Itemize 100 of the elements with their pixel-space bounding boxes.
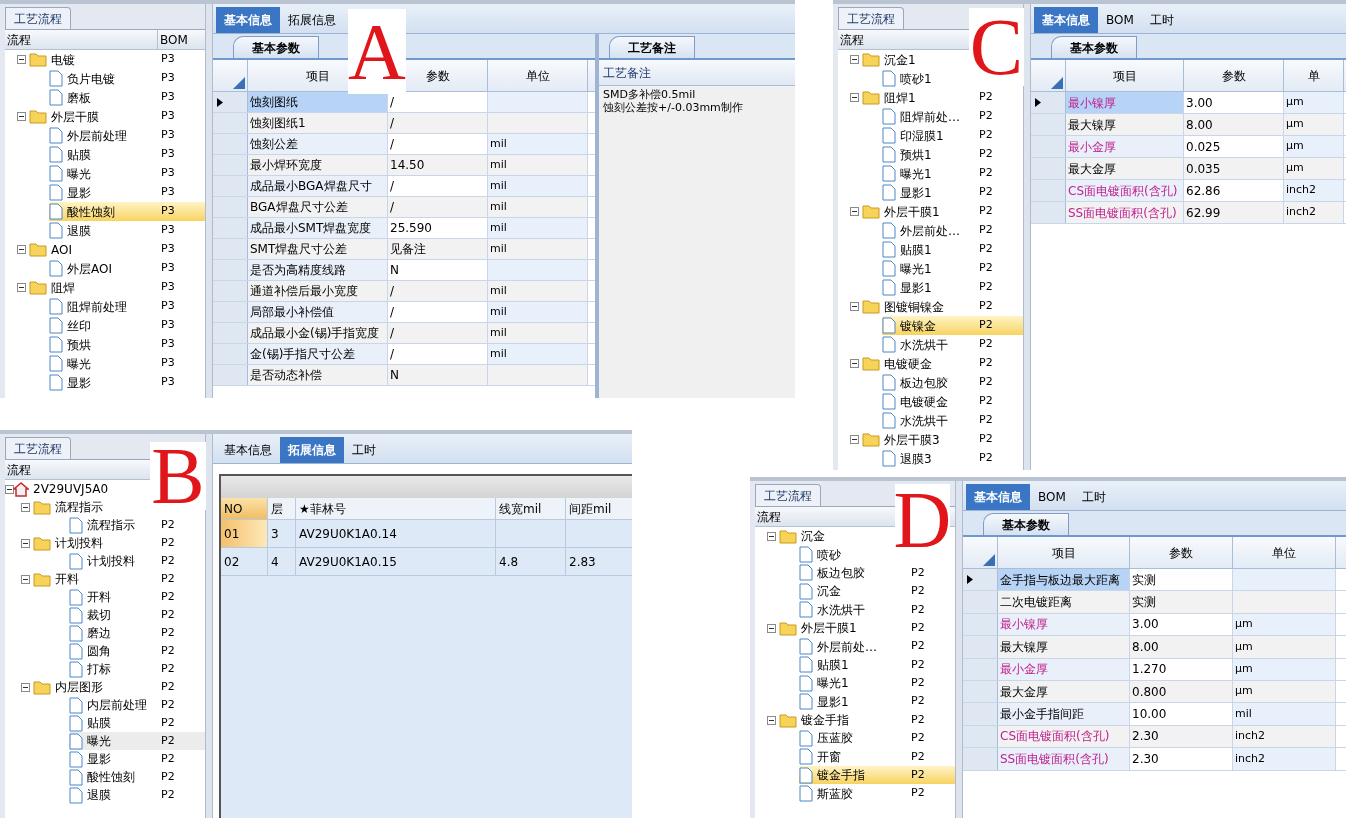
collapse-icon[interactable] [17, 283, 26, 292]
tree-item[interactable]: 预烘 P3 [49, 335, 205, 354]
collapse-icon[interactable] [21, 502, 30, 512]
tree-item[interactable]: 阻焊前处理 P3 [49, 297, 205, 316]
tree-item[interactable]: 显影1 P2 [799, 692, 955, 711]
collapse-icon[interactable] [850, 93, 859, 102]
tree-item[interactable]: 贴膜 P3 [49, 145, 205, 164]
tree-item[interactable]: 电镀 P3 [29, 50, 205, 69]
tree-item[interactable]: 镀金手指 P2 [799, 766, 955, 785]
tab[interactable]: 拓展信息 [280, 7, 344, 33]
tree-item[interactable]: 开窗 P2 [799, 747, 955, 767]
tree-item[interactable]: 外层前处… P2 [799, 637, 955, 656]
tree-item[interactable]: 外层干膜3 P2 [862, 430, 1023, 449]
tab[interactable]: 工时 [1141, 7, 1182, 33]
collapse-icon[interactable] [767, 531, 776, 541]
collapse-icon[interactable] [17, 112, 26, 121]
tree-item[interactable]: 显影1 P2 [882, 278, 1023, 297]
tree-item[interactable]: 裁切 P2 [69, 606, 205, 624]
tree-item[interactable]: 计划投料 P2 [33, 534, 205, 552]
row-header[interactable] [963, 569, 998, 591]
tree-item[interactable]: 曝光 P3 [49, 354, 205, 373]
tab[interactable]: 基本信息 [216, 437, 280, 463]
collapse-icon[interactable] [21, 538, 30, 548]
tree-item[interactable]: 圆角 P2 [69, 642, 205, 660]
tree-item[interactable]: 打标 P2 [69, 660, 205, 678]
tree-item[interactable]: 沉金 [779, 527, 829, 546]
tree-item[interactable]: 显影 P3 [49, 183, 205, 202]
tree-item[interactable]: 外层干膜 P3 [29, 107, 205, 126]
collapse-icon[interactable] [850, 435, 859, 444]
tree-item[interactable]: 镀镍金 P2 [882, 316, 1023, 335]
tab[interactable]: 工时 [344, 437, 384, 463]
tree-item[interactable]: 退膜 P2 [69, 786, 205, 804]
collapse-icon[interactable] [850, 55, 859, 64]
tree-item[interactable]: 图镀铜镍金 P2 [862, 297, 1023, 316]
tree-item[interactable]: 曝光 P3 [49, 164, 205, 183]
section-tab[interactable]: 基本参数 [233, 36, 319, 58]
tree-item[interactable]: 负片电镀 P3 [49, 69, 205, 88]
tree-item[interactable]: 电镀硬金 P2 [862, 354, 1023, 373]
tree-item[interactable]: 退膜 P3 [49, 221, 205, 240]
tree-item[interactable]: 磨边 P2 [69, 624, 205, 642]
tree-item[interactable]: 镀金手指 P2 [779, 710, 955, 730]
tree-item[interactable]: 丝印 P3 [49, 316, 205, 335]
tree-item[interactable]: 曝光1 P2 [882, 259, 1023, 278]
tree-item[interactable]: 显影 P3 [49, 373, 205, 392]
tab[interactable]: BOM [1098, 7, 1142, 33]
tab[interactable]: 工时 [1073, 484, 1114, 510]
tree-item[interactable]: 板边包胶 P2 [799, 563, 955, 583]
section-tab[interactable]: 基本参数 [1051, 36, 1137, 58]
panel-tab[interactable]: 工艺流程 [5, 437, 71, 459]
tree-item[interactable]: 阻焊 P3 [29, 278, 205, 297]
tree-item[interactable]: 曝光1 P2 [799, 674, 955, 693]
collapse-icon[interactable] [850, 302, 859, 311]
tree-item[interactable]: 外层前处理 P3 [49, 126, 205, 145]
tree-item[interactable]: 水洗烘干 P2 [882, 411, 1023, 430]
tree-item[interactable]: 贴膜1 P2 [799, 655, 955, 675]
collapse-icon[interactable] [850, 207, 859, 216]
tree-item[interactable]: 磨板 P3 [49, 88, 205, 107]
section-tab[interactable]: 工艺备注 [609, 36, 695, 58]
tree-item[interactable]: 印湿膜1 P2 [882, 126, 1023, 145]
tree-item[interactable]: 沉金 P2 [799, 582, 955, 601]
tree-item[interactable]: 阻焊1 P2 [862, 88, 1023, 107]
tree-item[interactable]: 流程指示 P2 [69, 516, 205, 534]
collapse-icon[interactable] [17, 245, 26, 254]
tree-item[interactable]: 喷砂1 [882, 69, 936, 88]
tree-item[interactable]: 酸性蚀刻 P3 [49, 202, 205, 221]
tree-item[interactable]: 电镀硬金 P2 [882, 392, 1023, 411]
splitter[interactable] [205, 434, 213, 818]
tree-item[interactable]: 开料 P2 [33, 570, 205, 588]
tab[interactable]: 拓展信息 [280, 437, 344, 463]
tree-item[interactable]: 内层前处理 P2 [69, 696, 205, 714]
tree-item[interactable]: 压蓝胶 P2 [799, 729, 955, 748]
tab[interactable]: 基本信息 [1034, 7, 1098, 33]
tree-item[interactable]: 预烘1 P2 [882, 145, 1023, 164]
tree-item[interactable]: 贴膜1 P2 [882, 240, 1023, 259]
tree-item[interactable]: 喷砂 [799, 545, 845, 564]
tab[interactable]: 基本信息 [216, 7, 280, 33]
collapse-icon[interactable] [767, 715, 776, 725]
tree-item[interactable]: 退膜3 P2 [882, 449, 1023, 468]
collapse-icon[interactable] [850, 359, 859, 368]
collapse-icon[interactable] [17, 55, 26, 64]
tree-item[interactable]: 开料 P2 [69, 588, 205, 606]
tree-item[interactable]: 2V29UVJ5A0 [13, 480, 113, 498]
tree-item[interactable]: 水洗烘干 P2 [799, 600, 955, 619]
panel-tab[interactable]: 工艺流程 [755, 484, 821, 506]
tree-item[interactable]: 外层干膜1 P2 [862, 202, 1023, 221]
tree-item[interactable]: 沉金1 [862, 50, 920, 69]
tab[interactable]: 基本信息 [966, 484, 1030, 510]
tree-item[interactable]: 外层干膜1 P2 [779, 618, 955, 638]
panel-tab[interactable]: 工艺流程 [5, 7, 71, 29]
collapse-icon[interactable] [5, 484, 14, 494]
tree-item[interactable]: 贴膜 P2 [69, 714, 205, 732]
panel-tab[interactable]: 工艺流程 [838, 7, 904, 29]
tree-item[interactable]: 阻焊前处… P2 [882, 107, 1023, 126]
row-header[interactable] [213, 92, 248, 112]
collapse-icon[interactable] [21, 682, 30, 692]
tree-item[interactable]: 显影 P2 [69, 750, 205, 768]
tree-item[interactable]: 计划投料 P2 [69, 552, 205, 570]
tree-item[interactable]: 流程指示 [33, 498, 107, 516]
collapse-icon[interactable] [21, 574, 30, 584]
section-tab[interactable]: 基本参数 [983, 513, 1069, 535]
